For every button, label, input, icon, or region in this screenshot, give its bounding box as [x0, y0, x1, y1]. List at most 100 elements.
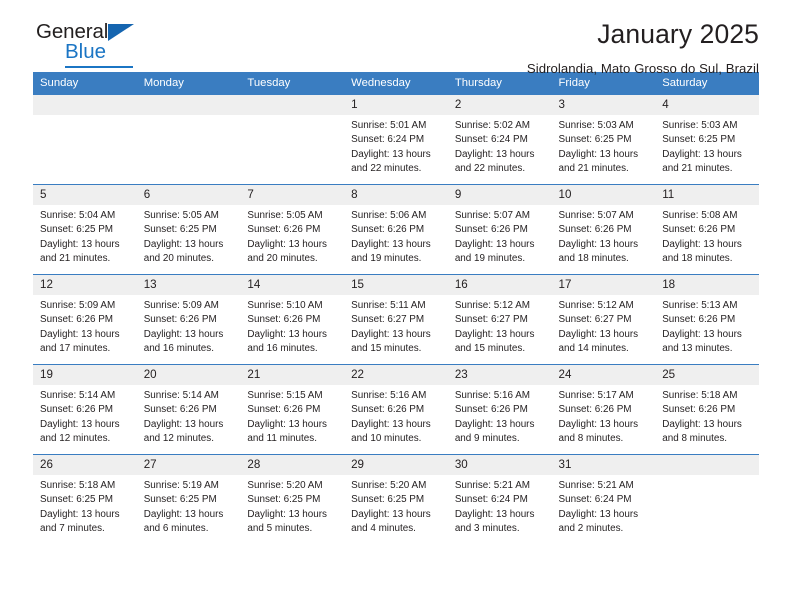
calendar-cell-day-12[interactable]: 12 Sunrise: 5:09 AM Sunset: 6:26 PM Dayligh… — [33, 274, 137, 365]
daylight-duration-line2: and 4 minutes. — [351, 522, 416, 534]
daylight-duration-line2: and 21 minutes. — [558, 162, 629, 174]
calendar-cell-day-10[interactable]: 10 Sunrise: 5:07 AM Sunset: 6:26 PM Dayligh… — [551, 184, 656, 275]
calendar-cell-day-25[interactable]: 25 Sunrise: 5:18 AM Sunset: 6:26 PM Dayligh… — [655, 364, 759, 455]
sunrise-time: Sunrise: 5:14 AM — [143, 390, 219, 402]
calendar-cell-day-2[interactable]: 2 Sunrise: 5:02 AM Sunset: 6:24 PM Daylight… — [447, 95, 552, 185]
daylight-duration-line1: Daylight: 13 hours — [351, 238, 431, 250]
calendar-cell-day-7[interactable]: 7 Sunrise: 5:05 AM Sunset: 6:26 PM Daylight… — [240, 184, 345, 275]
calendar-cell-day-24[interactable]: 24 Sunrise: 5:17 AM Sunset: 6:26 PM Dayligh… — [551, 364, 656, 455]
day-details: Sunrise: 5:19 AM Sunset: 6:25 PM Daylight:… — [137, 475, 241, 536]
sunrise-time: Sunrise: 5:07 AM — [558, 210, 634, 222]
day-details: Sunrise: 5:20 AM Sunset: 6:25 PM Daylight:… — [240, 475, 344, 536]
daylight-duration-line2: and 15 minutes. — [351, 342, 422, 354]
day-details: Sunrise: 5:09 AM Sunset: 6:26 PM Daylight:… — [137, 295, 241, 356]
sunset-time: Sunset: 6:26 PM — [454, 224, 528, 236]
daylight-duration-line1: Daylight: 13 hours — [40, 328, 120, 340]
day-number: 9 — [447, 185, 552, 206]
calendar-cell-day-15[interactable]: 15 Sunrise: 5:11 AM Sunset: 6:27 PM Dayligh… — [344, 274, 448, 365]
sunrise-time: Sunrise: 5:20 AM — [247, 480, 323, 492]
day-number: 26 — [33, 455, 137, 476]
sunrise-time: Sunrise: 5:18 AM — [40, 480, 116, 492]
daylight-duration-line1: Daylight: 13 hours — [40, 508, 120, 520]
calendar-cell-empty — [240, 95, 345, 185]
sunset-time: Sunset: 6:25 PM — [662, 134, 736, 146]
day-number: 11 — [655, 185, 759, 206]
day-number: 12 — [33, 275, 137, 296]
calendar-cell-day-28[interactable]: 28 Sunrise: 5:20 AM Sunset: 6:25 PM Dayligh… — [240, 454, 345, 544]
sunrise-time: Sunrise: 5:06 AM — [351, 210, 427, 222]
calendar-cell-day-23[interactable]: 23 Sunrise: 5:16 AM Sunset: 6:26 PM Dayligh… — [447, 364, 552, 455]
day-number: 25 — [655, 365, 759, 386]
page-title: January 2025 — [597, 19, 759, 49]
calendar-cell-day-31[interactable]: 31 Sunrise: 5:21 AM Sunset: 6:24 PM Dayligh… — [551, 454, 656, 544]
general-blue-logo: General Blue — [36, 21, 186, 68]
calendar-cell-empty — [655, 454, 759, 544]
sunset-time: Sunset: 6:25 PM — [558, 134, 632, 146]
day-number: 29 — [344, 455, 448, 476]
sunset-time: Sunset: 6:26 PM — [662, 314, 736, 326]
daylight-duration-line1: Daylight: 13 hours — [143, 238, 224, 250]
calendar-cell-day-29[interactable]: 29 Sunrise: 5:20 AM Sunset: 6:25 PM Dayligh… — [344, 454, 448, 544]
day-number: 24 — [551, 365, 656, 386]
daylight-duration-line2: and 22 minutes. — [351, 162, 422, 174]
sunset-time: Sunset: 6:26 PM — [247, 404, 321, 416]
sunrise-time: Sunrise: 5:01 AM — [351, 120, 427, 132]
calendar-cell-day-22[interactable]: 22 Sunrise: 5:16 AM Sunset: 6:26 PM Dayligh… — [344, 364, 448, 455]
sunset-time: Sunset: 6:25 PM — [143, 224, 217, 236]
daylight-duration-line1: Daylight: 13 hours — [143, 328, 224, 340]
sunset-time: Sunset: 6:24 PM — [454, 494, 528, 506]
daylight-duration-line2: and 8 minutes. — [662, 432, 727, 444]
calendar-cell-day-9[interactable]: 9 Sunrise: 5:07 AM Sunset: 6:26 PM Daylight… — [447, 184, 552, 275]
calendar-cell-day-1[interactable]: 1 Sunrise: 5:01 AM Sunset: 6:24 PM Daylight… — [344, 95, 448, 185]
daylight-duration-line2: and 9 minutes. — [454, 432, 520, 444]
sunrise-time: Sunrise: 5:14 AM — [40, 390, 116, 402]
day-details: Sunrise: 5:16 AM Sunset: 6:26 PM Daylight:… — [344, 385, 448, 446]
sunset-time: Sunset: 6:26 PM — [662, 224, 736, 236]
calendar-cell-day-3[interactable]: 3 Sunrise: 5:03 AM Sunset: 6:25 PM Daylight… — [551, 95, 656, 185]
calendar-cell-day-26[interactable]: 26 Sunrise: 5:18 AM Sunset: 6:25 PM Dayligh… — [33, 454, 137, 544]
daylight-duration-line2: and 15 minutes. — [454, 342, 526, 354]
sunrise-time: Sunrise: 5:05 AM — [247, 210, 323, 222]
calendar-cell-day-30[interactable]: 30 Sunrise: 5:21 AM Sunset: 6:24 PM Dayligh… — [447, 454, 552, 544]
calendar-cell-day-11[interactable]: 11 Sunrise: 5:08 AM Sunset: 6:26 PM Dayligh… — [655, 184, 759, 275]
daylight-duration-line2: and 12 minutes. — [40, 432, 111, 444]
calendar-cell-day-20[interactable]: 20 Sunrise: 5:14 AM Sunset: 6:26 PM Dayligh… — [136, 364, 241, 455]
calendar-cell-day-18[interactable]: 18 Sunrise: 5:13 AM Sunset: 6:26 PM Dayligh… — [655, 274, 759, 365]
calendar-cell-day-6[interactable]: 6 Sunrise: 5:05 AM Sunset: 6:25 PM Daylight… — [136, 184, 241, 275]
calendar-cell-day-14[interactable]: 14 Sunrise: 5:10 AM Sunset: 6:26 PM Dayligh… — [240, 274, 345, 365]
daylight-duration-line2: and 20 minutes. — [247, 252, 318, 264]
calendar-cell-day-8[interactable]: 8 Sunrise: 5:06 AM Sunset: 6:26 PM Daylight… — [344, 184, 448, 275]
daylight-duration-line1: Daylight: 13 hours — [558, 238, 639, 250]
day-details: Sunrise: 5:14 AM Sunset: 6:26 PM Daylight:… — [137, 385, 241, 446]
daylight-duration-line2: and 16 minutes. — [143, 342, 214, 354]
calendar-cell-day-5[interactable]: 5 Sunrise: 5:04 AM Sunset: 6:25 PM Daylight… — [33, 184, 137, 275]
calendar-cell-day-17[interactable]: 17 Sunrise: 5:12 AM Sunset: 6:27 PM Dayligh… — [551, 274, 656, 365]
daylight-duration-line2: and 18 minutes. — [662, 252, 733, 264]
calendar-cell-day-4[interactable]: 4 Sunrise: 5:03 AM Sunset: 6:25 PM Daylight… — [655, 95, 759, 185]
sunrise-time: Sunrise: 5:03 AM — [558, 120, 634, 132]
day-details: Sunrise: 5:15 AM Sunset: 6:26 PM Daylight:… — [240, 385, 344, 446]
sunrise-time: Sunrise: 5:03 AM — [662, 120, 738, 132]
day-details: Sunrise: 5:06 AM Sunset: 6:26 PM Daylight:… — [344, 205, 448, 266]
sunset-time: Sunset: 6:26 PM — [351, 404, 425, 416]
sunrise-time: Sunrise: 5:21 AM — [558, 480, 634, 492]
calendar-cell-day-21[interactable]: 21 Sunrise: 5:15 AM Sunset: 6:26 PM Dayligh… — [240, 364, 345, 455]
calendar-cell-day-13[interactable]: 13 Sunrise: 5:09 AM Sunset: 6:26 PM Dayligh… — [136, 274, 241, 365]
daylight-duration-line2: and 5 minutes. — [247, 522, 313, 534]
daylight-duration-line1: Daylight: 13 hours — [662, 238, 742, 250]
calendar-cell-day-27[interactable]: 27 Sunrise: 5:19 AM Sunset: 6:25 PM Dayligh… — [136, 454, 241, 544]
calendar-week-row: 5 Sunrise: 5:04 AM Sunset: 6:25 PM Daylight… — [33, 184, 759, 275]
daylight-duration-line1: Daylight: 13 hours — [247, 508, 327, 520]
daylight-duration-line1: Daylight: 13 hours — [40, 418, 120, 430]
daylight-duration-line1: Daylight: 13 hours — [454, 508, 535, 520]
daylight-duration-line1: Daylight: 13 hours — [558, 508, 639, 520]
day-number — [33, 95, 137, 116]
calendar-cell-day-16[interactable]: 16 Sunrise: 5:12 AM Sunset: 6:27 PM Dayligh… — [447, 274, 552, 365]
sunrise-time: Sunrise: 5:17 AM — [558, 390, 634, 402]
calendar-cell-day-19[interactable]: 19 Sunrise: 5:14 AM Sunset: 6:26 PM Dayligh… — [33, 364, 137, 455]
sunset-time: Sunset: 6:26 PM — [247, 224, 321, 236]
logo-text-blue: Blue — [65, 40, 107, 63]
sunset-time: Sunset: 6:27 PM — [558, 314, 632, 326]
daylight-duration-line2: and 22 minutes. — [454, 162, 526, 174]
day-number: 7 — [240, 185, 345, 206]
